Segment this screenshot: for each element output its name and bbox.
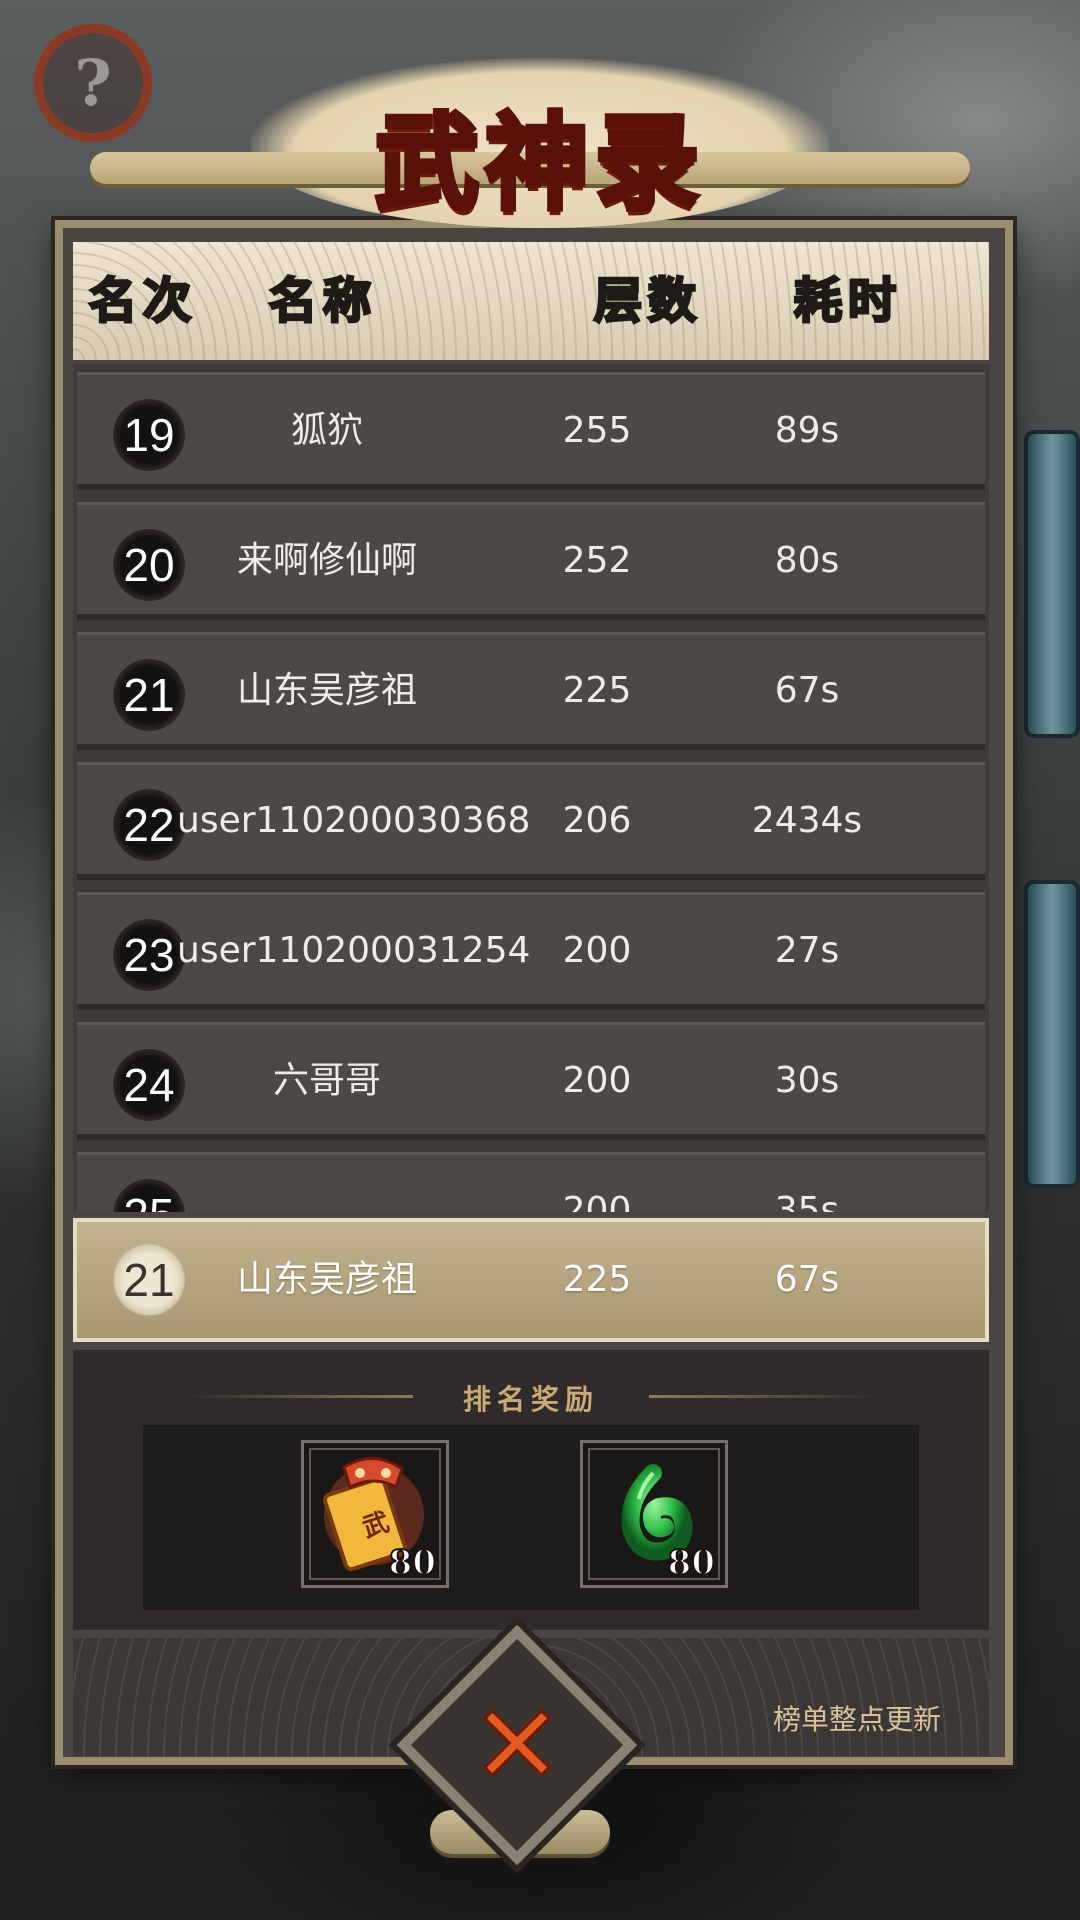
help-button[interactable]: ? — [34, 24, 152, 142]
close-icon[interactable]: ✕ — [452, 1680, 582, 1811]
rank-badge: 19 — [113, 399, 185, 471]
table-row[interactable]: 23 user110200031254 200 27s — [77, 892, 985, 1010]
table-row[interactable]: 22 user110200030368 206 2434s — [77, 762, 985, 880]
my-rank-badge: 21 — [113, 1244, 185, 1316]
time-value: 89s — [774, 410, 840, 451]
floors-value: 225 — [562, 670, 632, 711]
table-row[interactable]: 24 六哥哥 200 30s — [77, 1022, 985, 1140]
table-header: 名次 名称 层数 耗时 — [73, 242, 989, 360]
page-title: 武神录 — [372, 99, 705, 227]
player-name: 六哥哥 — [272, 1060, 381, 1101]
my-floors: 225 — [562, 1259, 632, 1300]
floors-value: 252 — [562, 540, 632, 581]
header-rank: 名次 — [87, 272, 197, 331]
player-name: 狐狖 — [290, 410, 363, 451]
rank-badge: 20 — [113, 529, 185, 601]
player-name: user110200030368 — [177, 800, 531, 841]
reward-strip — [143, 1425, 919, 1610]
player-name: 山东吴彦祖 — [236, 670, 417, 711]
reward-item[interactable]: 武 80 — [301, 1440, 449, 1588]
table-row[interactable]: 20 来啊修仙啊 252 80s — [77, 502, 985, 620]
floors-value: 200 — [562, 1060, 632, 1101]
rank-badge: 25 — [113, 1179, 185, 1212]
rank-badge: 24 — [113, 1049, 185, 1121]
time-value: 35s — [774, 1190, 840, 1212]
player-name — [177, 1155, 477, 1212]
question-icon: ? — [74, 45, 112, 121]
header-time: 耗时 — [792, 272, 902, 331]
player-name: user110200031254 — [177, 930, 531, 971]
time-value: 2434s — [751, 800, 863, 841]
side-scroll-decoration — [1024, 880, 1080, 1188]
table-row[interactable]: 21 山东吴彦祖 225 67s — [77, 632, 985, 750]
ranking-list[interactable]: 19 狐狖 255 89s 20 来啊修仙啊 252 80s 21 山东吴彦祖 225 67s 22 us… — [73, 364, 989, 1212]
update-note: 榜单整点更新 — [772, 1703, 941, 1736]
time-value: 80s — [774, 540, 840, 581]
player-name: 来啊修仙啊 — [236, 540, 417, 581]
reward-section: 排名奖励 武 80 80 — [73, 1350, 989, 1630]
rank-badge: 23 — [113, 919, 185, 991]
floors-value: 255 — [562, 410, 632, 451]
floors-value: 200 — [562, 930, 632, 971]
my-rank-row: 21 山东吴彦祖 225 67s — [73, 1218, 989, 1342]
time-value: 67s — [774, 670, 840, 711]
reward-title: 排名奖励 — [462, 1383, 599, 1416]
reward-count: 80 — [667, 1542, 716, 1584]
rank-badge: 22 — [113, 789, 185, 861]
my-player-name: 山东吴彦祖 — [236, 1259, 417, 1300]
table-row[interactable]: 25 200 35s — [77, 1152, 985, 1212]
floors-value: 200 — [562, 1190, 632, 1212]
reward-count: 80 — [388, 1542, 437, 1584]
side-scroll-decoration — [1024, 430, 1080, 738]
time-value: 30s — [774, 1060, 840, 1101]
time-value: 27s — [774, 930, 840, 971]
header-name: 名称 — [267, 272, 377, 331]
rank-badge: 21 — [113, 659, 185, 731]
my-time: 67s — [774, 1259, 840, 1300]
table-row[interactable]: 19 狐狖 255 89s — [77, 372, 985, 490]
reward-item[interactable]: 80 — [580, 1440, 728, 1588]
floors-value: 206 — [562, 800, 632, 841]
header-floors: 层数 — [592, 272, 702, 331]
